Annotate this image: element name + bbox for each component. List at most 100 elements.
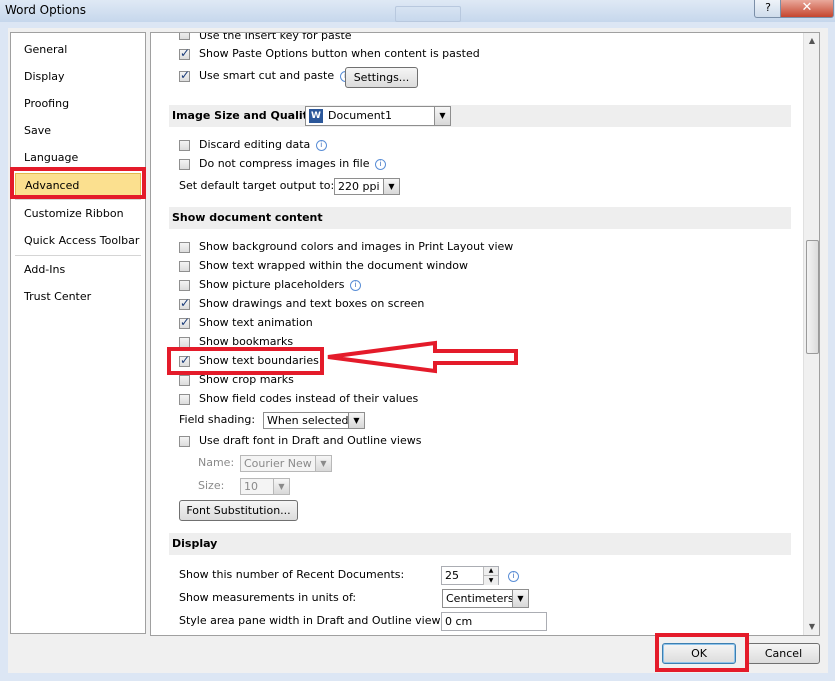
target-output-dropdown[interactable]: 220 ppi ▼ [334, 178, 400, 195]
show-bookmarks-checkbox[interactable] [179, 337, 190, 348]
style-area-input[interactable]: 0 cm [441, 612, 547, 631]
draft-font-label: Use draft font in Draft and Outline view… [199, 434, 422, 447]
info-icon: i [315, 139, 327, 151]
field-shading-dropdown[interactable]: When selected ▼ [263, 412, 365, 429]
use-insert-key-label: Use the Insert key for paste [199, 32, 352, 42]
spin-down-icon[interactable]: ▼ [483, 575, 498, 585]
cancel-button[interactable]: Cancel [747, 643, 820, 664]
show-crop-marks-label: Show crop marks [199, 373, 294, 386]
sidebar-item-display[interactable]: Display [15, 65, 141, 89]
show-background-colors-label: Show background colors and images in Pri… [199, 240, 514, 253]
sidebar-item-quick-access-toolbar[interactable]: Quick Access Toolbar [15, 229, 141, 253]
chevron-down-icon: ▼ [315, 456, 331, 471]
show-content-title: Show document content [172, 211, 323, 224]
show-field-codes-checkbox[interactable] [179, 394, 190, 405]
show-picture-placeholders-label-group: Show picture placeholders i [199, 276, 361, 294]
scrollbar-thumb[interactable] [806, 240, 819, 354]
field-shading-value: When selected [267, 414, 349, 427]
sidebar-item-trust-center[interactable]: Trust Center [15, 285, 141, 309]
discard-editing-checkbox[interactable] [179, 140, 190, 151]
smart-cut-label: Use smart cut and paste [199, 69, 335, 82]
field-shading-label: Field shading: [179, 413, 256, 426]
ok-button[interactable]: OK [662, 643, 736, 664]
no-compress-label-group: Do not compress images in file i [199, 155, 386, 173]
close-button[interactable]: ✕ [780, 0, 834, 18]
help-icon: ? [765, 1, 771, 14]
measurements-label: Show measurements in units of: [179, 591, 357, 604]
sidebar-item-customize-ribbon[interactable]: Customize Ribbon [15, 202, 141, 226]
sidebar-item-advanced[interactable]: Advanced [15, 173, 141, 197]
target-output-label: Set default target output to: [179, 179, 335, 192]
image-document-value: Document1 [328, 109, 392, 122]
window-title: Word Options [5, 3, 86, 17]
target-output-value: 220 ppi [338, 180, 380, 193]
scroll-up-icon[interactable]: ▲ [804, 33, 819, 49]
draft-font-name-dropdown[interactable]: Courier New ▼ [240, 455, 332, 472]
use-insert-key-checkbox[interactable] [179, 33, 190, 40]
measurements-value: Centimeters [446, 592, 514, 605]
no-compress-label: Do not compress images in file [199, 157, 370, 170]
draft-font-size-value: 10 [244, 480, 258, 493]
content-scrollbar[interactable]: ▲ ▼ [803, 33, 819, 635]
sidebar-divider [15, 199, 141, 200]
no-compress-checkbox[interactable] [179, 159, 190, 170]
close-icon: ✕ [801, 0, 813, 15]
measurements-dropdown[interactable]: Centimeters ▼ [442, 589, 529, 608]
sidebar-divider [15, 255, 141, 256]
spin-up-icon[interactable]: ▲ [483, 567, 498, 575]
show-text-wrapped-label: Show text wrapped within the document wi… [199, 259, 468, 272]
background-toolbar-ghost [395, 6, 461, 22]
show-bookmarks-label: Show bookmarks [199, 335, 294, 348]
show-text-boundaries-label: Show text boundaries [199, 354, 319, 367]
chevron-down-icon: ▼ [383, 179, 399, 194]
info-icon: i [349, 279, 361, 291]
show-paste-options-checkbox[interactable] [179, 46, 190, 60]
image-size-section-header: Image Size and Quality [169, 105, 791, 127]
display-section-header: Display [169, 533, 791, 555]
chevron-down-icon: ▼ [434, 107, 450, 125]
show-text-boundaries-checkbox[interactable] [179, 353, 190, 367]
draft-font-size-label: Size: [198, 479, 225, 492]
scroll-down-icon[interactable]: ▼ [804, 619, 819, 635]
recent-docs-spinner[interactable]: 25 ▲ ▼ [441, 566, 499, 585]
show-drawings-checkbox[interactable] [179, 296, 190, 310]
sidebar-item-language[interactable]: Language [15, 146, 141, 170]
recent-docs-value: 25 [445, 569, 459, 582]
sidebar-item-proofing[interactable]: Proofing [15, 92, 141, 116]
sidebar-item-save[interactable]: Save [15, 119, 141, 143]
show-text-wrapped-checkbox[interactable] [179, 261, 190, 272]
show-text-animation-checkbox[interactable] [179, 315, 190, 329]
title-bar: Word Options ? ✕ [0, 0, 835, 22]
advanced-options-pane: Use the Insert key for paste Show Paste … [150, 32, 820, 636]
recent-docs-label: Show this number of Recent Documents: [179, 568, 405, 581]
show-field-codes-label: Show field codes instead of their values [199, 392, 419, 405]
style-area-value: 0 cm [445, 615, 473, 628]
show-paste-options-label: Show Paste Options button when content i… [199, 47, 480, 60]
info-icon: i [508, 571, 519, 582]
sidebar-item-add-ins[interactable]: Add-Ins [15, 258, 141, 282]
discard-editing-label-group: Discard editing data i [199, 136, 327, 154]
settings-button[interactable]: Settings... [345, 67, 418, 88]
smart-cut-label-group: Use smart cut and paste i [199, 67, 351, 85]
word-options-window: Word Options ? ✕ General Display Proofin… [0, 0, 835, 681]
font-substitution-button[interactable]: Font Substitution... [179, 500, 298, 521]
chevron-down-icon: ▼ [512, 590, 528, 607]
chevron-down-icon: ▼ [348, 413, 364, 428]
show-picture-placeholders-checkbox[interactable] [179, 280, 190, 291]
word-document-icon: W [309, 109, 323, 123]
draft-font-checkbox[interactable] [179, 436, 190, 447]
smart-cut-checkbox[interactable] [179, 68, 190, 82]
image-document-dropdown[interactable]: W Document1 ▼ [305, 106, 451, 126]
show-background-colors-checkbox[interactable] [179, 242, 190, 253]
show-text-animation-label: Show text animation [199, 316, 313, 329]
sidebar-item-general[interactable]: General [15, 38, 141, 62]
sidebar: General Display Proofing Save Language A… [10, 32, 146, 634]
discard-editing-label: Discard editing data [199, 138, 311, 151]
draft-font-size-dropdown[interactable]: 10 ▼ [240, 478, 290, 495]
chevron-down-icon: ▼ [273, 479, 289, 494]
show-crop-marks-checkbox[interactable] [179, 375, 190, 386]
draft-font-name-label: Name: [198, 456, 235, 469]
image-size-title: Image Size and Quality [172, 109, 316, 122]
help-button[interactable]: ? [754, 0, 782, 18]
draft-font-name-value: Courier New [244, 457, 312, 470]
